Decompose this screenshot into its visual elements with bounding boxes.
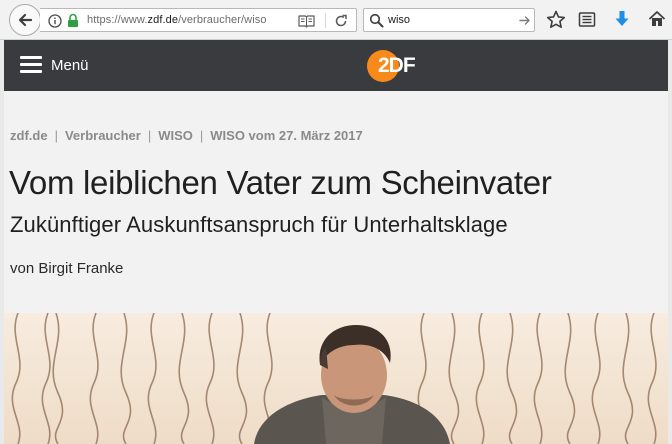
url-separator (325, 13, 326, 28)
search-icon (369, 13, 384, 28)
site-header: Menü 2DF (4, 40, 668, 91)
hamburger-icon (20, 56, 42, 74)
url-path: /verbraucher/wiso (178, 14, 267, 26)
hero-photo-illustration (11, 313, 657, 444)
url-text[interactable]: https://www.zdf.de/verbraucher/wiso (87, 14, 267, 26)
reader-view-icon[interactable] (298, 14, 315, 28)
article-subtitle: Zukünftiger Auskunftsanspruch für Unterh… (10, 212, 508, 237)
library-icon[interactable] (578, 11, 596, 28)
menu-button[interactable]: Menü (20, 56, 89, 74)
download-icon[interactable] (614, 10, 630, 29)
menu-label: Menü (51, 56, 89, 74)
browser-toolbar: https://www.zdf.de/verbraucher/wiso wiso (0, 0, 672, 40)
breadcrumb-separator: | (199, 128, 204, 143)
hero-image (4, 313, 668, 444)
article-header: zdf.de | Verbraucher | WISO | WISO vom 27. Mär… (4, 91, 668, 313)
breadcrumb-item-verbraucher[interactable]: Verbraucher (65, 128, 141, 143)
zdf-logo-text: 2DF (378, 54, 416, 77)
breadcrumb-item-episode[interactable]: WISO vom 27. März 2017 (210, 128, 362, 143)
reload-icon[interactable] (334, 14, 348, 28)
breadcrumb-item-zdf[interactable]: zdf.de (10, 128, 48, 143)
breadcrumb-item-wiso[interactable]: WISO (158, 128, 193, 143)
url-prefix: https://www. (87, 14, 148, 26)
article-title: Vom leiblichen Vater zum Scheinvater (9, 164, 552, 201)
url-host: zdf.de (147, 14, 179, 26)
breadcrumb: zdf.de | Verbraucher | WISO | WISO vom 27. Mär… (10, 128, 363, 143)
zdf-logo[interactable]: 2DF (367, 50, 429, 82)
back-icon (18, 13, 33, 27)
bookmark-star-icon[interactable] (546, 10, 566, 29)
breadcrumb-separator: | (147, 128, 152, 143)
article-author: von Birgit Franke (10, 260, 124, 277)
info-icon[interactable] (48, 14, 62, 28)
address-bar[interactable]: https://www.zdf.de/verbraucher/wiso (40, 8, 357, 32)
search-input[interactable]: wiso (388, 14, 410, 26)
search-bar[interactable]: wiso (363, 8, 535, 32)
back-button[interactable] (9, 4, 41, 36)
go-arrow-icon[interactable] (519, 15, 531, 26)
breadcrumb-separator: | (54, 128, 58, 143)
window-right-edge (668, 40, 672, 444)
home-icon[interactable] (648, 10, 666, 28)
lock-icon[interactable] (67, 13, 79, 28)
